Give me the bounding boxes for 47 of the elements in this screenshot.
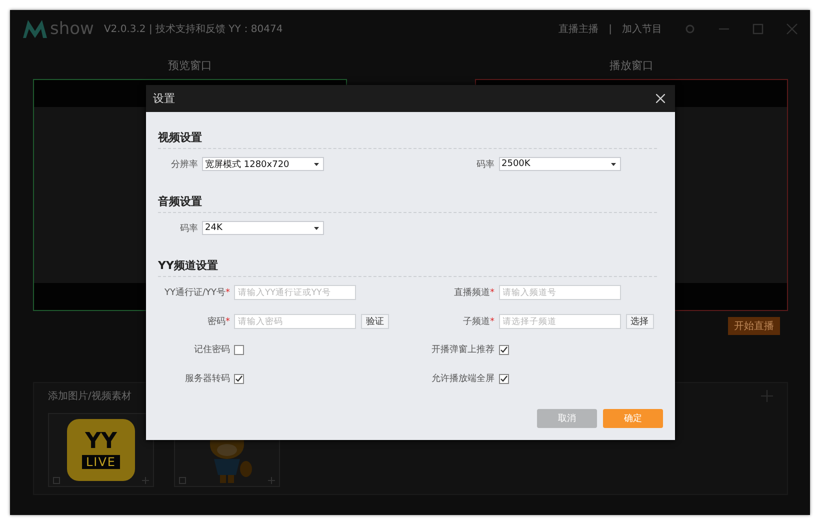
app-name: show [50,19,94,39]
yy-live-logo: YY LIVE [67,419,135,481]
caret-icon [314,226,319,230]
checkbox[interactable] [234,344,244,354]
field-label: 记住密码 [193,344,230,356]
separator: | [608,24,612,34]
dropdown[interactable]: 24K [202,221,324,235]
field-label: 分辨率 [170,158,198,170]
input-field[interactable]: 请输入频道号 [498,285,620,300]
input-field[interactable]: 请输入密码 [234,314,356,329]
maximize-icon[interactable] [752,23,764,35]
field-button[interactable]: 选择 [626,314,654,329]
add-icon[interactable] [268,477,275,484]
field-label: YY通行证/YY号* [163,286,230,299]
field-label: 开播弹窗上推荐 [430,344,494,356]
field-button[interactable]: 验证 [361,314,389,329]
input-field[interactable]: 请输入YY通行证或YY号 [234,285,356,300]
field-label: 子频道* [462,316,494,328]
section-heading: 音频设置 [158,194,203,210]
checkbox[interactable] [498,344,508,354]
dropdown[interactable]: 宽屏模式 1280x720 [202,157,324,171]
field-label: 密码* [206,316,230,328]
checkbox[interactable] [234,374,244,384]
dropdown[interactable]: 2500K [498,157,620,171]
dialog-title: 设置 [153,91,175,106]
monitor-label: 预览窗口 [168,58,212,73]
caret-icon [610,162,616,166]
header-link[interactable]: 加入节目 [622,22,662,36]
section-heading: YY频道设置 [158,258,219,274]
add-icon[interactable] [761,390,773,402]
material-thumbnail[interactable]: YY LIVE [48,413,154,487]
version-text: V2.0.3.2 | 技术支持和反馈 YY：80474 [104,22,283,36]
field-label: 码率 [179,222,198,234]
start-live-button[interactable]: 开始直播 [728,317,780,335]
checkbox[interactable] [498,374,508,384]
panel-title: 添加图片/视频素材 [48,390,132,403]
monitor-label: 播放窗口 [609,58,654,73]
caret-icon [314,162,319,166]
logo-icon [22,19,48,39]
section-heading: 视频设置 [158,130,203,146]
field-label: 直播频道* [453,286,494,299]
header-link[interactable]: 直播主播 [558,22,599,36]
field-label: 码率 [476,158,494,170]
add-icon[interactable] [142,477,149,484]
input-field[interactable]: 请选择子频道 [498,314,620,329]
field-label: 服务器转码 [184,372,230,385]
field-label: 允许播放端全屏 [430,372,494,385]
